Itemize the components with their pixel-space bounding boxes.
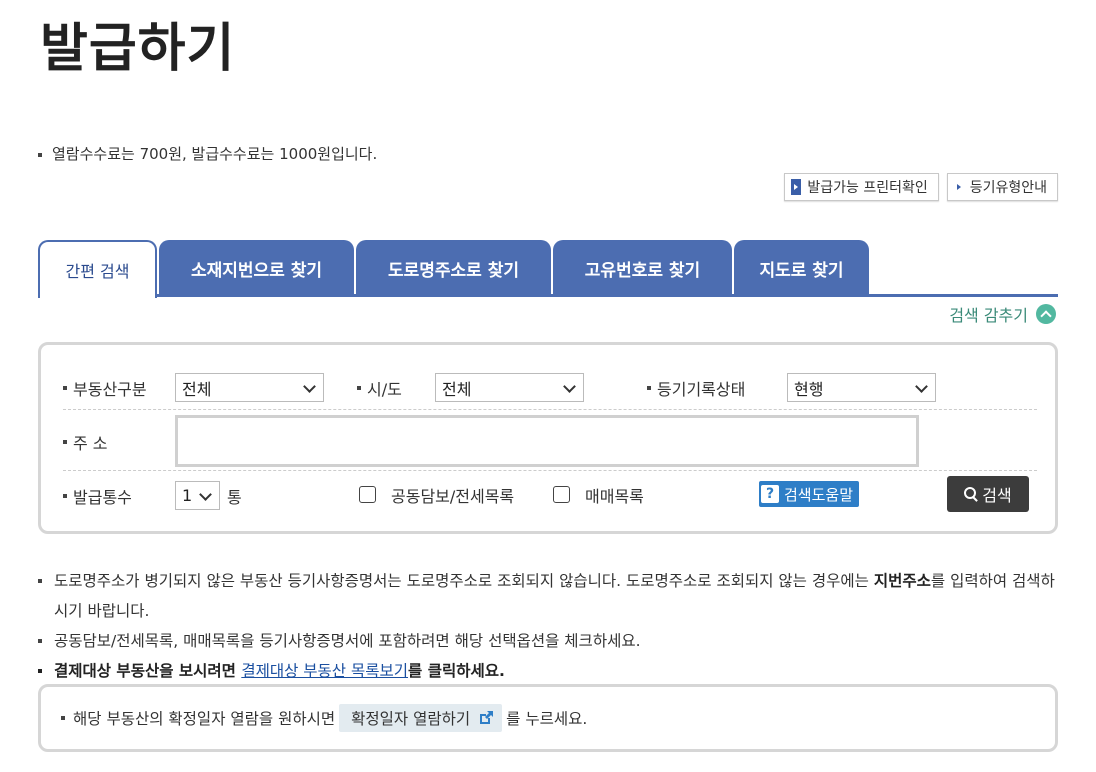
- page-title: 발급하기: [40, 19, 236, 79]
- registry-type-guide-label: 등기유형안내: [969, 180, 1047, 196]
- registry-type-guide-button[interactable]: 등기유형안내: [946, 173, 1058, 201]
- address-input[interactable]: [175, 415, 919, 467]
- sido-select[interactable]: 전체: [435, 373, 584, 402]
- chevron-down-icon: [303, 380, 316, 393]
- bullet-icon: [38, 152, 42, 157]
- tab-road-address[interactable]: 도로명주소로 찾기: [356, 240, 551, 296]
- question-icon: ?: [761, 485, 779, 503]
- chevron-up-icon: [1036, 304, 1056, 324]
- divider: [63, 470, 1037, 471]
- tab-underline: [38, 294, 1058, 297]
- search-form: 부동산구분 전체 시/도 전체 등기기록상태 현행 주 소 발급통수 1 통 공…: [38, 342, 1058, 534]
- printer-check-button[interactable]: 발급가능 프린터확인: [784, 173, 939, 201]
- mortgage-list-checkbox[interactable]: [359, 486, 376, 503]
- chevron-down-icon: [199, 488, 212, 501]
- search-tabs: 간편 검색 소재지번으로 찾기 도로명주소로 찾기 고유번호로 찾기 지도로 찾…: [38, 240, 871, 298]
- copies-unit: 통: [227, 488, 242, 507]
- property-type-select[interactable]: 전체: [175, 373, 324, 402]
- hide-search-label: 검색 감추기: [949, 306, 1028, 325]
- confirm-text-before: 해당 부동산의 확정일자 열람을 원하시면: [73, 710, 336, 728]
- copies-label: 발급통수: [63, 484, 132, 508]
- search-icon: [964, 487, 978, 501]
- fee-notice: 열람수수료는 700원, 발급수수료는 1000원입니다.: [38, 143, 377, 164]
- arrow-right-icon: [791, 179, 802, 195]
- note-road-address: 도로명주소가 병기되지 않은 부동산 등기사항증명서는 도로명주소로 조회되지 …: [38, 566, 1060, 626]
- tab-unique-number[interactable]: 고유번호로 찾기: [553, 240, 732, 296]
- note-options: 공동담보/전세목록, 매매목록을 등기사항증명서에 포함하려면 해당 선택옵션을…: [38, 626, 1060, 656]
- address-label: 주 소: [63, 430, 108, 454]
- search-help-button[interactable]: ? 검색도움말: [759, 481, 860, 507]
- tab-lot-number[interactable]: 소재지번으로 찾기: [159, 240, 354, 296]
- mortgage-list-label: 공동담보/전세목록: [391, 487, 515, 506]
- search-button[interactable]: 검색: [947, 476, 1029, 512]
- hide-search-toggle[interactable]: 검색 감추기: [949, 302, 1056, 326]
- confirm-date-view-button[interactable]: 확정일자 열람하기: [339, 704, 503, 732]
- sales-list-checkbox[interactable]: [553, 486, 570, 503]
- fee-notice-text: 열람수수료는 700원, 발급수수료는 1000원입니다.: [52, 145, 378, 163]
- arrow-right-icon: [953, 179, 964, 195]
- confirm-date-box: 해당 부동산의 확정일자 열람을 원하시면 확정일자 열람하기 를 누르세요.: [38, 684, 1058, 752]
- record-status-label: 등기기록상태: [647, 376, 745, 400]
- external-link-icon: [480, 711, 494, 724]
- chevron-down-icon: [915, 380, 928, 393]
- chevron-down-icon: [563, 380, 576, 393]
- tab-map[interactable]: 지도로 찾기: [734, 240, 869, 296]
- printer-check-label: 발급가능 프린터확인: [807, 180, 928, 196]
- top-buttons: 발급가능 프린터확인 등기유형안내: [784, 173, 1058, 201]
- sido-label: 시/도: [357, 376, 402, 400]
- confirm-text-after: 를 누르세요.: [506, 710, 588, 728]
- payment-list-link[interactable]: 결제대상 부동산 목록보기: [241, 662, 408, 680]
- property-type-label: 부동산구분: [63, 376, 147, 400]
- copies-select[interactable]: 1: [175, 481, 220, 510]
- tab-simple-search[interactable]: 간편 검색: [38, 240, 157, 298]
- sales-list-label: 매매목록: [585, 487, 644, 506]
- notes: 도로명주소가 병기되지 않은 부동산 등기사항증명서는 도로명주소로 조회되지 …: [38, 566, 1060, 686]
- note-payment: 결제대상 부동산을 보시려면 결제대상 부동산 목록보기를 클릭하세요.: [38, 656, 1060, 686]
- record-status-select[interactable]: 현행: [787, 373, 936, 402]
- divider: [63, 409, 1037, 410]
